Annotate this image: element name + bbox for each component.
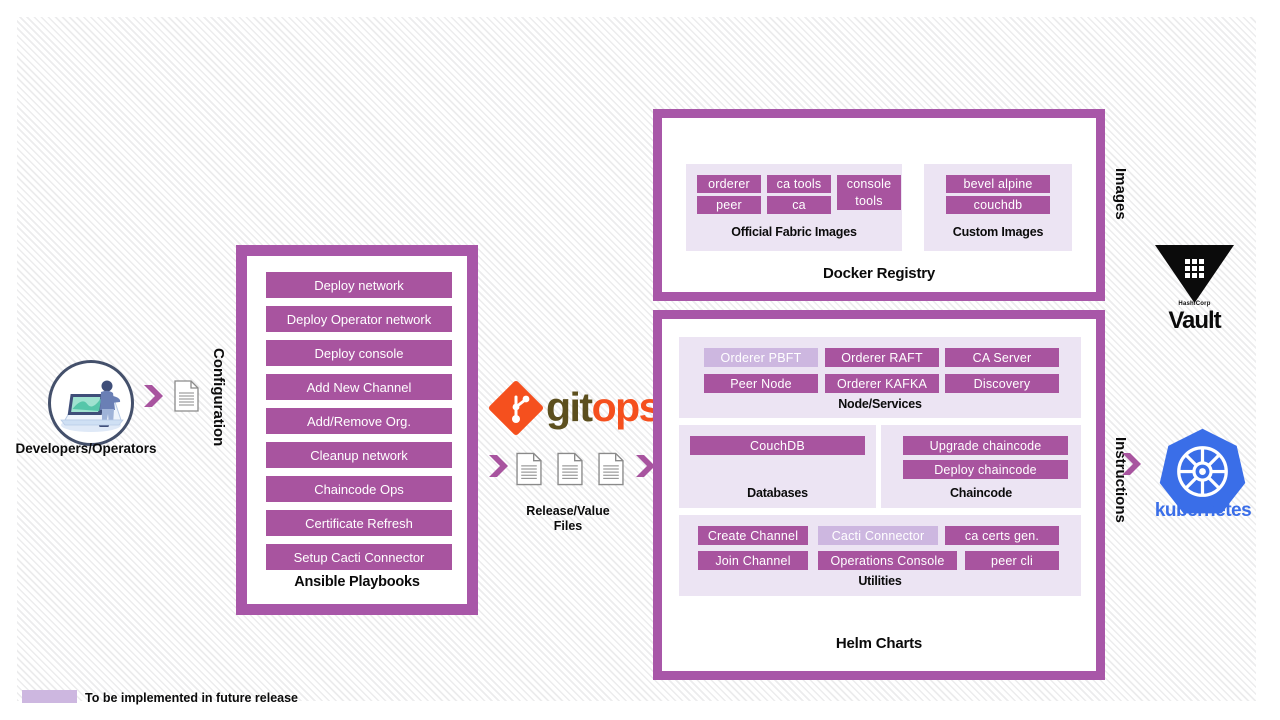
chip-orderer-raft[interactable]: Orderer RAFT: [825, 348, 939, 367]
image-chip-ca-tools[interactable]: ca tools: [767, 175, 831, 193]
chip-cacti-connector[interactable]: Cacti Connector: [818, 526, 938, 545]
chip-peer-cli[interactable]: peer cli: [965, 551, 1059, 570]
gitops-word-ops: ops: [591, 384, 662, 430]
label-configuration: Configuration: [210, 348, 227, 447]
arrow-ansible-to-gitops: [488, 453, 514, 484]
chip-discovery[interactable]: Discovery: [945, 374, 1059, 393]
ansible-playbooks-body: Deploy network Deploy Operator network D…: [247, 256, 467, 604]
playbook-cleanup-network[interactable]: Cleanup network: [266, 442, 452, 468]
release-value-file-icon-2: [557, 452, 583, 491]
chip-orderer-pbft[interactable]: Orderer PBFT: [704, 348, 818, 367]
image-chip-ca[interactable]: ca: [767, 196, 831, 214]
node-services-title: Node/Services: [838, 397, 922, 411]
utilities-panel: Create Channel Cacti Connector ca certs …: [679, 515, 1081, 596]
developers-operators-label: Developers/Operators: [15, 441, 157, 456]
chip-join-channel[interactable]: Join Channel: [698, 551, 808, 570]
chip-create-channel[interactable]: Create Channel: [698, 526, 808, 545]
node-services-panel: Orderer PBFT Orderer RAFT CA Server Peer…: [679, 337, 1081, 418]
chip-peer-node[interactable]: Peer Node: [704, 374, 818, 393]
image-chip-console[interactable]: console: [837, 175, 901, 193]
release-value-files-caption: Release/Value Files: [490, 504, 646, 534]
gitops-word-git: git: [546, 384, 593, 430]
databases-panel: CouchDB Databases: [679, 425, 876, 508]
chip-deploy-chaincode[interactable]: Deploy chaincode: [903, 460, 1068, 479]
vault-triangle-icon: [1155, 245, 1234, 303]
playbook-deploy-console[interactable]: Deploy console: [266, 340, 452, 366]
helm-charts-title: Helm Charts: [835, 635, 923, 652]
custom-images-title: Custom Images: [952, 225, 1044, 239]
playbook-chaincode-ops[interactable]: Chaincode Ops: [266, 476, 452, 502]
arrow-to-kubernetes: [1121, 451, 1147, 482]
developers-avatar: [48, 360, 134, 446]
helm-charts-frame: Orderer PBFT Orderer RAFT CA Server Peer…: [653, 310, 1105, 680]
kubernetes-label: kubernetes: [1154, 500, 1252, 521]
chaincode-title: Chaincode: [949, 486, 1013, 500]
release-value-file-icon-1: [516, 452, 542, 491]
vault-name-label: Vault: [1168, 307, 1221, 334]
hashicorp-vault-logo: HashiCorp Vault: [1152, 243, 1237, 334]
label-images: Images: [1112, 168, 1129, 220]
playbook-add-new-channel[interactable]: Add New Channel: [266, 374, 452, 400]
gitops-wordmark: gitops: [546, 384, 662, 430]
chip-ca-certs-gen[interactable]: ca certs gen.: [945, 526, 1059, 545]
gitops-logo: gitops: [487, 379, 662, 436]
configuration-document-icon: [174, 380, 199, 417]
official-fabric-images-panel: orderer ca tools console peer ca tools O…: [686, 164, 902, 251]
chip-orderer-kafka[interactable]: Orderer KAFKA: [825, 374, 939, 393]
chip-ca-server[interactable]: CA Server: [945, 348, 1059, 367]
playbook-certificate-refresh[interactable]: Certificate Refresh: [266, 510, 452, 536]
image-chip-tools[interactable]: tools: [837, 192, 901, 210]
docker-registry-body: orderer ca tools console peer ca tools O…: [662, 118, 1096, 292]
utilities-title: Utilities: [858, 574, 902, 588]
ansible-playbooks-frame: Deploy network Deploy Operator network D…: [236, 245, 478, 615]
image-chip-orderer[interactable]: orderer: [697, 175, 761, 193]
legend-swatch-future: [22, 690, 77, 703]
legend-text-future: To be implemented in future release: [85, 691, 299, 705]
chaincode-panel: Upgrade chaincode Deploy chaincode Chain…: [881, 425, 1081, 508]
arrow-developers-to-configuration: [143, 383, 169, 414]
playbook-deploy-network[interactable]: Deploy network: [266, 272, 452, 298]
chip-couchdb[interactable]: CouchDB: [690, 436, 865, 455]
diagram-canvas: Developers/Operators Configuration Deplo…: [0, 0, 1280, 720]
docker-registry-title: Docker Registry: [822, 265, 936, 282]
release-value-files-line1: Release/Value: [526, 504, 610, 518]
ansible-playbooks-title: Ansible Playbooks: [294, 574, 420, 590]
databases-title: Databases: [747, 486, 808, 500]
playbook-add-remove-org[interactable]: Add/Remove Org.: [266, 408, 452, 434]
developer-illustration-icon: [60, 380, 124, 432]
docker-registry-frame: orderer ca tools console peer ca tools O…: [653, 109, 1105, 301]
playbook-setup-cacti-connector[interactable]: Setup Cacti Connector: [266, 544, 452, 570]
official-fabric-images-title: Official Fabric Images: [731, 225, 857, 239]
chip-operations-console[interactable]: Operations Console: [818, 551, 957, 570]
release-value-file-icon-3: [598, 452, 624, 491]
helm-charts-body: Orderer PBFT Orderer RAFT CA Server Peer…: [662, 319, 1096, 671]
gitops-mark-icon: [487, 379, 545, 436]
playbook-deploy-operator-network[interactable]: Deploy Operator network: [266, 306, 452, 332]
image-chip-bevel-alpine[interactable]: bevel alpine: [946, 175, 1050, 193]
release-value-files-line2: Files: [553, 519, 583, 533]
chip-upgrade-chaincode[interactable]: Upgrade chaincode: [903, 436, 1068, 455]
image-chip-peer[interactable]: peer: [697, 196, 761, 214]
image-chip-couchdb[interactable]: couchdb: [946, 196, 1050, 214]
custom-images-panel: bevel alpine couchdb Custom Images: [924, 164, 1072, 251]
